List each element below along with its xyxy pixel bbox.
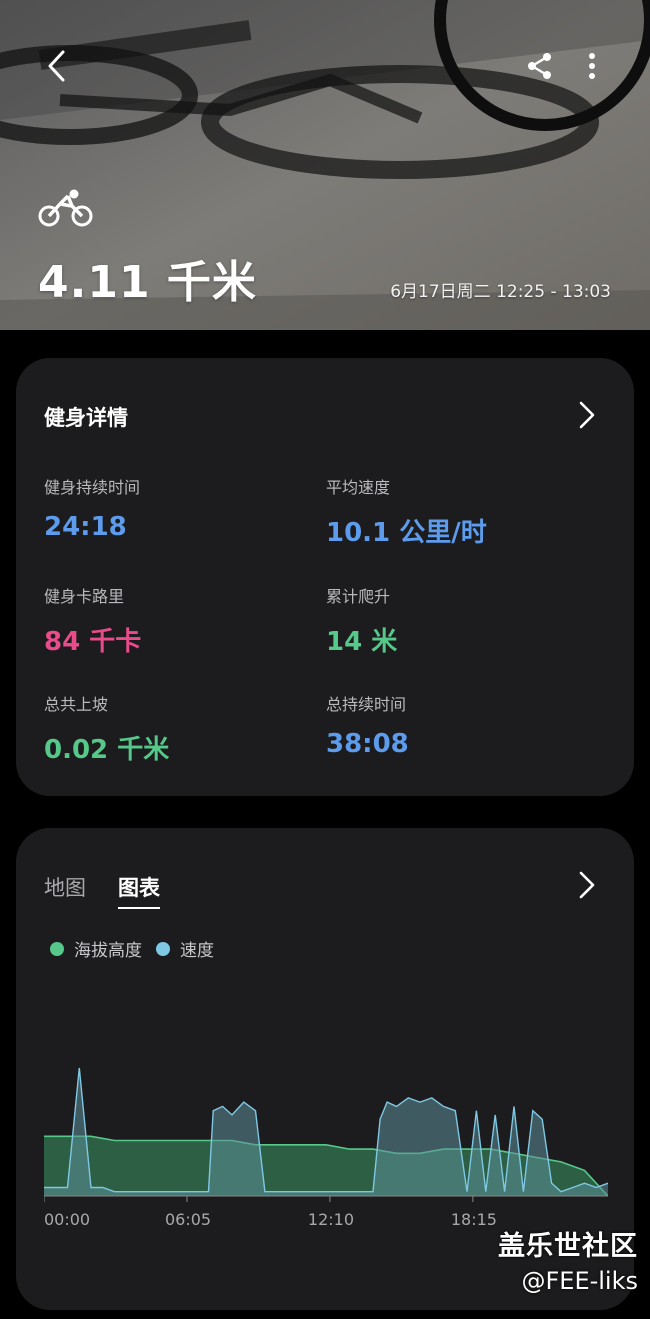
- legend-swatch: [50, 941, 64, 956]
- x-tick-label: 18:15: [450, 1210, 497, 1229]
- share-icon: [528, 53, 551, 79]
- x-tick-label: 06:05: [164, 1210, 212, 1229]
- watermark: 盖乐世社区 @FEE-liks: [498, 1224, 638, 1295]
- stat-value: 84 千卡: [44, 627, 142, 657]
- stat-label: 健身持续时间: [44, 478, 141, 497]
- stat-label: 总共上坡: [44, 695, 109, 714]
- stat-label: 平均速度: [326, 478, 391, 497]
- stat-workout-duration: 健身持续时间 24:18: [44, 474, 140, 542]
- legend-label: 海拔高度: [74, 941, 142, 961]
- stat-label: 累计爬升: [326, 587, 391, 606]
- chevron-right-icon[interactable]: [572, 870, 602, 900]
- stat-label: 总持续时间: [326, 695, 407, 714]
- date-range: 6月17日周二 12:25 - 13:03: [390, 282, 611, 302]
- watermark-handle: @FEE-liks: [521, 1267, 638, 1295]
- back-button[interactable]: [36, 46, 76, 86]
- tab-chart[interactable]: 图表: [118, 872, 160, 909]
- tab-map[interactable]: 地图: [44, 872, 86, 909]
- chart-legend: 海拔高度 速度: [50, 936, 228, 961]
- more-options-button[interactable]: [576, 46, 608, 86]
- fitness-details-card[interactable]: 健身详情 健身持续时间 24:18 平均速度 10.1 公里/时 健身卡路里 8…: [16, 358, 634, 796]
- legend-item-speed: 速度: [156, 936, 214, 961]
- stat-elevation-gain: 累计爬升 14 米: [326, 583, 397, 658]
- stat-value: 38:08: [326, 729, 409, 759]
- more-vertical-icon: [589, 53, 595, 79]
- legend-swatch: [156, 941, 170, 956]
- altitude-speed-chart: [44, 1067, 608, 1202]
- share-button[interactable]: [520, 46, 560, 86]
- legend-item-altitude: 海拔高度: [50, 936, 142, 961]
- stat-value: 24:18: [44, 512, 127, 542]
- stat-average-speed: 平均速度 10.1 公里/时: [326, 474, 487, 549]
- stat-uphill-distance: 总共上坡 0.02 千米: [44, 691, 169, 766]
- x-tick-label: 12:10: [307, 1210, 355, 1229]
- stat-value: 14 米: [326, 627, 398, 657]
- hero-header: 4.11 千米 6月17日周二 12:25 - 13:03: [0, 0, 650, 330]
- distance-value: 4.11 千米: [38, 257, 257, 308]
- stat-value: 10.1 公里/时: [326, 518, 487, 548]
- bicycle-icon: [38, 189, 93, 227]
- chart-tabs: 地图 图表: [44, 872, 160, 909]
- x-tick-label: 00:00: [44, 1210, 91, 1229]
- stat-label: 健身卡路里: [44, 587, 125, 606]
- stat-calories: 健身卡路里 84 千卡: [44, 583, 141, 658]
- legend-label: 速度: [180, 941, 214, 961]
- fitness-details-title: 健身详情: [44, 406, 128, 430]
- watermark-title: 盖乐世社区: [498, 1231, 638, 1262]
- stat-total-duration: 总持续时间 38:08: [326, 691, 409, 759]
- stat-value: 0.02 千米: [44, 735, 170, 765]
- chevron-left-icon: [48, 50, 65, 82]
- chevron-right-icon[interactable]: [572, 400, 602, 430]
